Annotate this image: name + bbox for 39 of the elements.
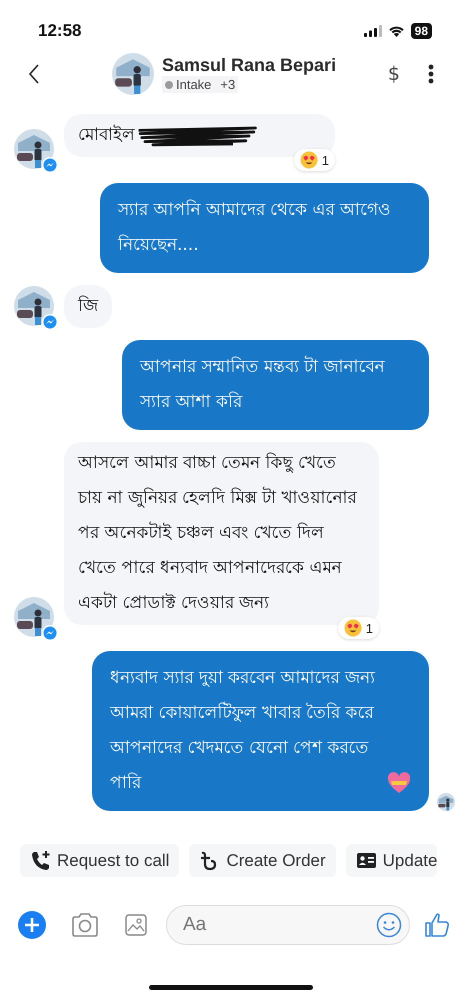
id-card-icon — [356, 850, 377, 871]
message-text: মোবাইল — [78, 124, 135, 147]
message-text: স্যার আপনি আমাদের থেকে এর আগেও নিয়েছেন.... — [118, 198, 392, 257]
label-count: +3 — [220, 77, 236, 92]
messenger-badge-icon — [42, 625, 58, 641]
messenger-badge-icon — [42, 314, 58, 330]
more-icon[interactable] — [428, 64, 434, 84]
reaction-badge[interactable]: 1 — [338, 617, 379, 639]
message-text: আপনার সম্মানিত মন্তব্য টা জানাবেন স্যার আশা করি — [140, 354, 386, 414]
back-icon[interactable] — [28, 64, 40, 84]
heart-eyes-emoji-icon — [300, 151, 318, 169]
emoji-icon[interactable] — [376, 912, 402, 938]
label-text: Intake — [176, 77, 212, 92]
reaction-count: 1 — [322, 152, 329, 168]
add-icon[interactable] — [18, 911, 46, 939]
status-dot-icon — [165, 80, 173, 88]
reaction-count: 1 — [366, 620, 373, 636]
message-text: ধন্যবাদ স্যার দুয়া করবেন আমাদের জন্য আমরা কোয়ালেটিফুল খাবার তৈরি করে আপনাদের খেদমতে যেনো পেশ করতে পারি — [110, 667, 376, 795]
quick-reply-chip[interactable]: Create Order — [189, 844, 336, 877]
reaction-badge[interactable]: 1 — [294, 149, 335, 171]
clock-time: 12:58 — [38, 21, 82, 41]
quick-reply-chip[interactable]: Request to call — [20, 844, 180, 877]
messenger-badge-icon — [42, 157, 58, 173]
quick-reply-chip[interactable]: Update — [346, 844, 438, 877]
battery-level: 98 — [410, 23, 432, 39]
phone-plus-icon — [30, 850, 51, 871]
message-text: আসলে আমার বাচ্চা তেমন কিছু খেতে চায় না জুনিয়র হেলদি মিক্স টা খাওয়ানোর পর অনেকটাই চঞ্চল এবং খেতে দিল খেতে পারে ধন্যবাদ আপনাদেরকে এমন একটা প্রোডাক্ট দেওয়ার জন্য — [78, 452, 358, 615]
signal-icon — [364, 25, 382, 37]
currency-button[interactable]: $ — [388, 63, 400, 85]
label-chip[interactable]: Intake +3 — [162, 76, 238, 93]
avatar-icon — [112, 53, 154, 95]
camera-icon[interactable] — [70, 912, 100, 938]
wifi-icon — [388, 25, 405, 37]
message-input-field[interactable]: Aa — [166, 905, 410, 945]
heart-eyes-emoji-icon — [344, 619, 362, 637]
image-icon[interactable] — [124, 913, 148, 937]
contact-name: Samsul Rana Bepari — [162, 55, 336, 76]
message-text: জি — [78, 294, 98, 318]
thumbs-up-icon[interactable] — [424, 912, 450, 938]
